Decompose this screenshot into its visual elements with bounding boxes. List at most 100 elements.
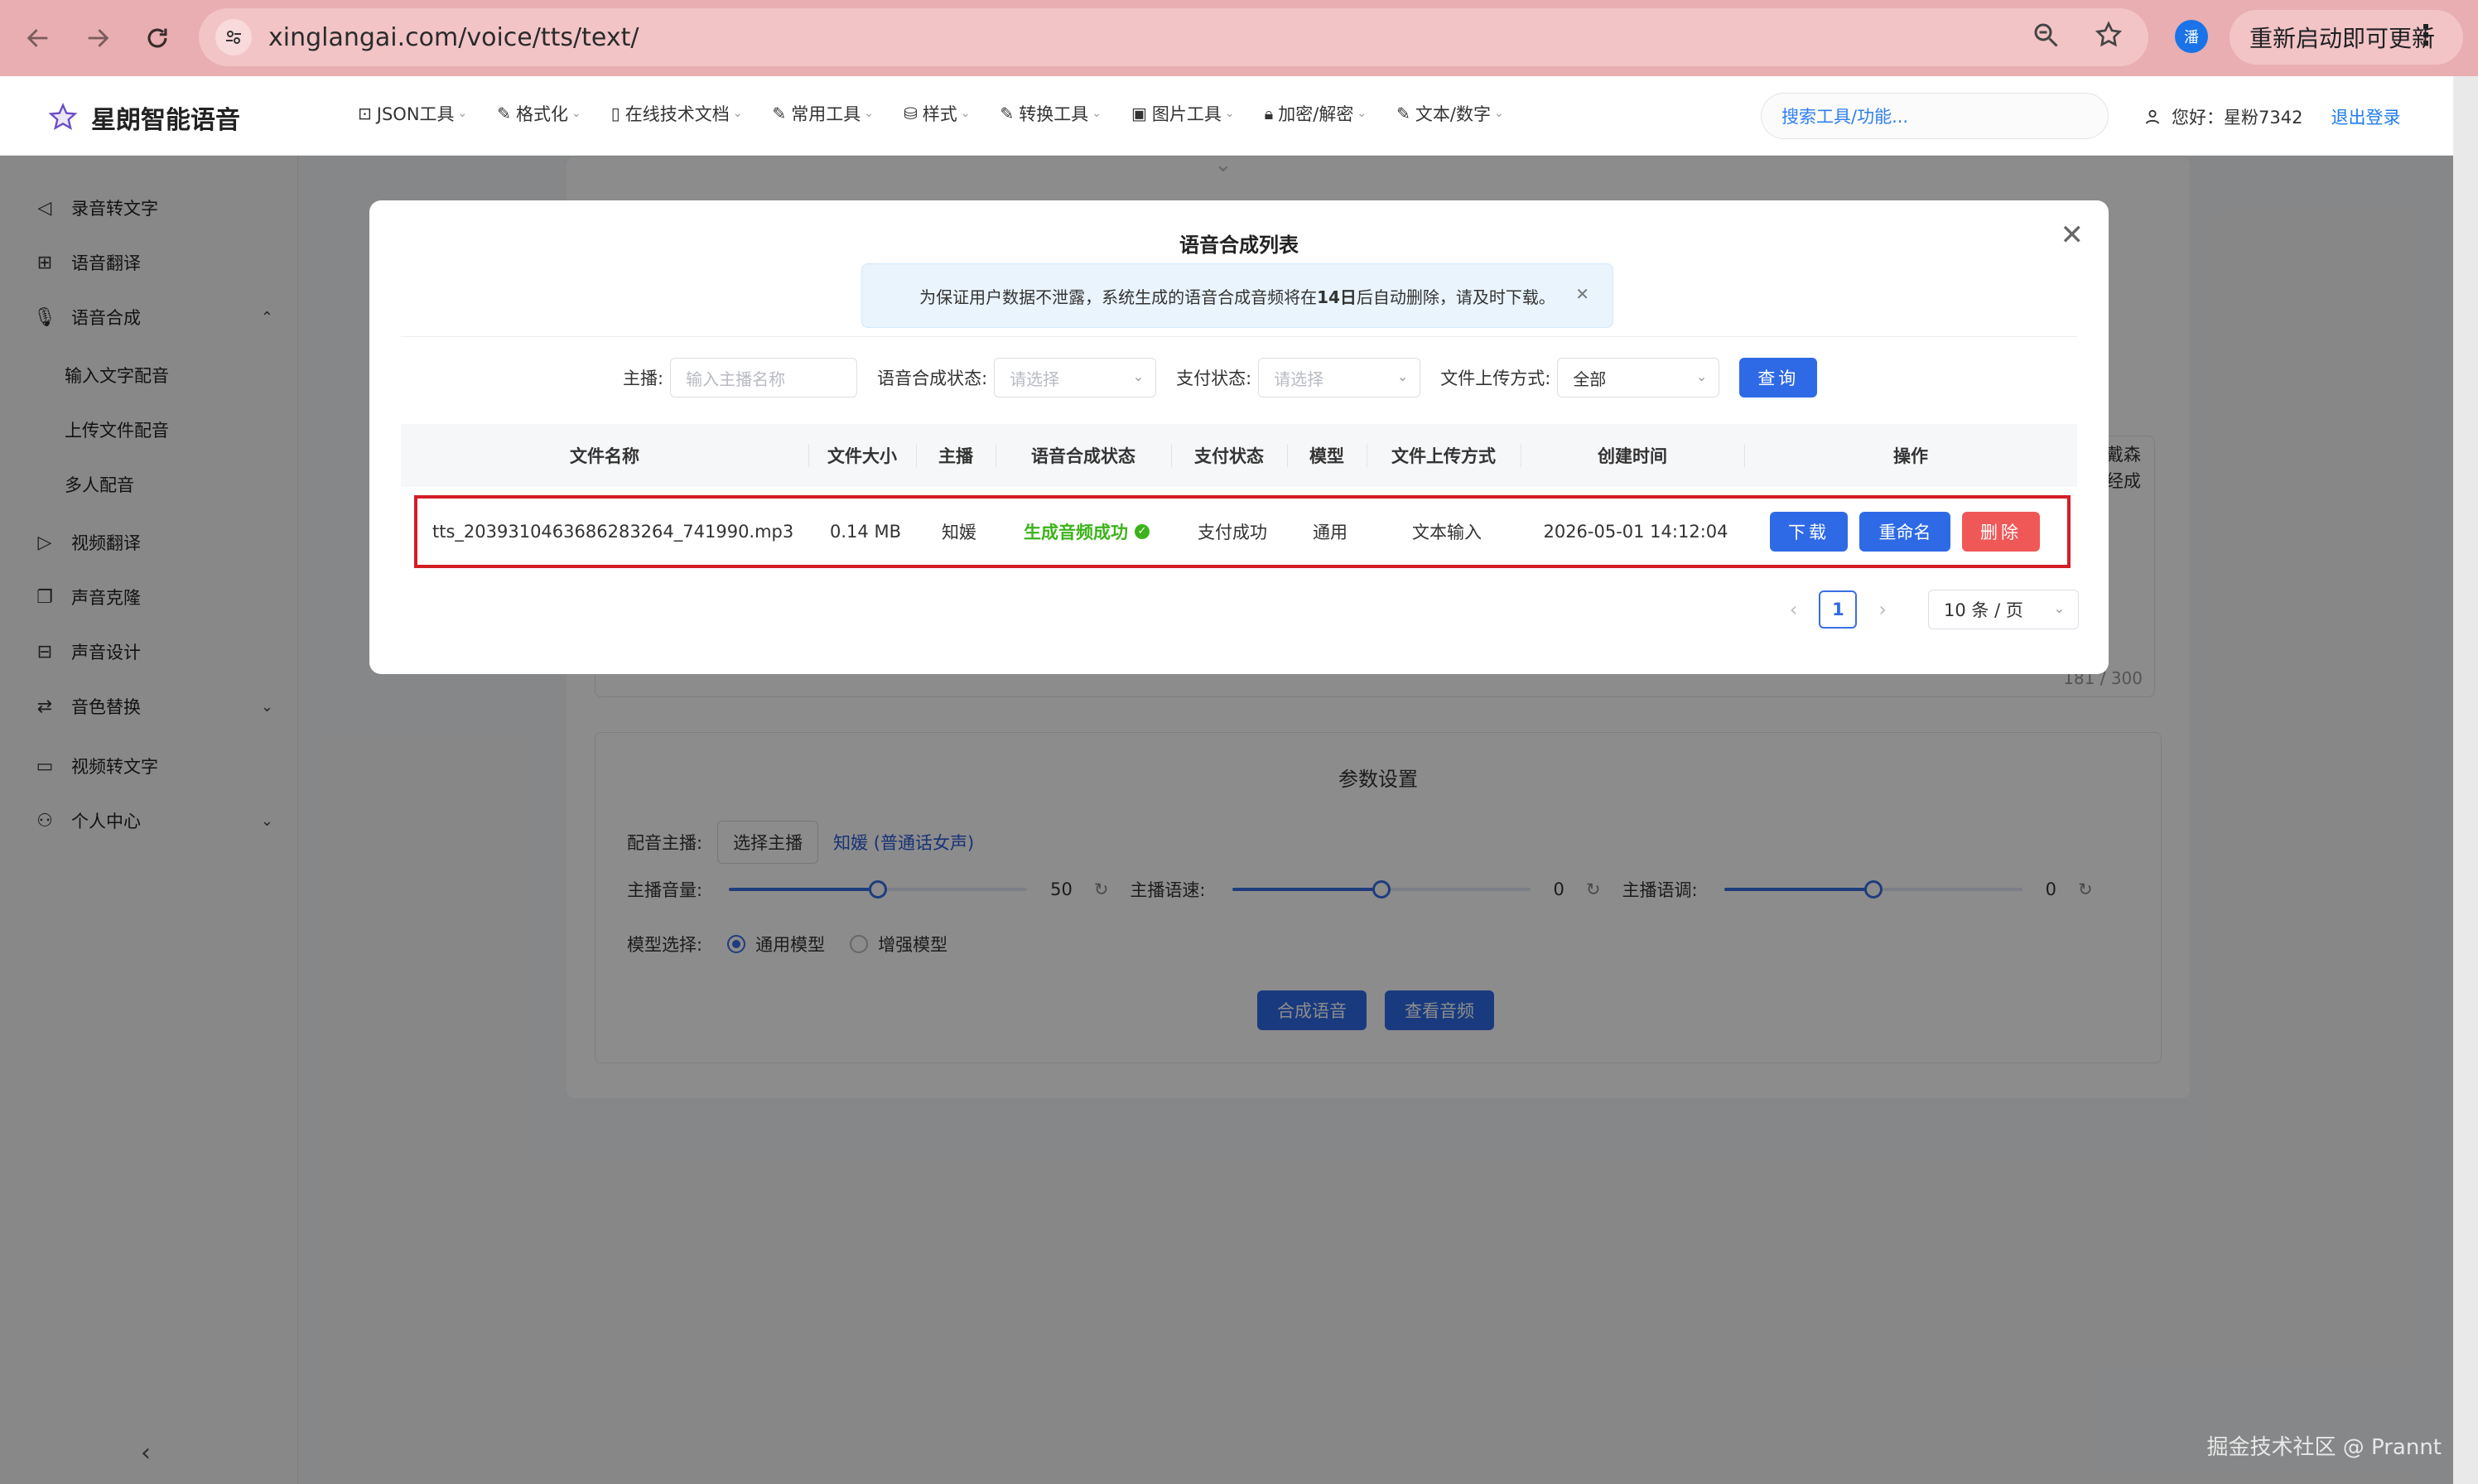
cell-anchor: 知媛 (942, 523, 976, 542)
terminal-icon: ⊡ (358, 104, 372, 123)
tool-search-input[interactable]: 搜索工具/功能... (1761, 93, 2109, 139)
chevron-down-icon: ⌄ (960, 107, 971, 120)
chevron-down-icon: ⌄ (1396, 369, 1409, 384)
menu-image-tools[interactable]: ▣ 图片工具 ⌄ (1131, 101, 1235, 126)
search-placeholder: 搜索工具/功能... (1781, 107, 1909, 127)
delete-button[interactable]: 删除 (1962, 512, 2040, 552)
prev-page-icon[interactable]: ‹ (1790, 598, 1798, 621)
notice-text: 为保证用户数据不泄露，系统生成的语音合成音频将在14日后自动删除，请及时下载。 (919, 284, 1555, 308)
col-anchor: 主播 (938, 446, 973, 466)
watermark: 掘金技术社区 @ Prannt (2206, 1435, 2442, 1460)
page-1-button[interactable]: 1 (1819, 590, 1858, 629)
chevron-down-icon: ⌄ (1224, 107, 1235, 120)
menu-encrypt[interactable]: 🔒︎ 加密/解密 ⌄ (1265, 101, 1367, 126)
retention-notice: 为保证用户数据不泄露，系统生成的语音合成音频将在14日后自动删除，请及时下载。 … (861, 263, 1613, 328)
notice-days: 14日 (1317, 287, 1357, 307)
menu-format[interactable]: ✎ 格式化 ⌄ (497, 101, 581, 126)
rename-button[interactable]: 重命名 (1859, 512, 1950, 552)
divider (401, 336, 2077, 337)
reload-icon[interactable] (139, 20, 176, 56)
anchor-filter-label: 主播: (623, 369, 664, 388)
chevron-down-icon: ⌄ (1493, 107, 1504, 120)
back-icon[interactable] (20, 20, 56, 56)
address-bar[interactable]: xinglangai.com/voice/tts/text/ (199, 8, 2148, 66)
user-icon (2145, 109, 2160, 124)
col-actions: 操作 (1893, 446, 1928, 466)
upload-method-label: 文件上传方式: (1440, 369, 1551, 388)
url-text[interactable]: xinglangai.com/voice/tts/text/ (268, 23, 639, 52)
modal-title: 语音合成列表 (1179, 234, 1299, 257)
cell-file-size: 0.14 MB (830, 522, 901, 542)
pay-status-select[interactable]: 请选择 ⌄ (1258, 358, 1421, 398)
cell-actions: 下载 重命名 删除 (1748, 499, 2074, 565)
close-icon[interactable]: ✕ (2061, 219, 2085, 252)
select-placeholder: 请选择 (1274, 369, 1324, 389)
chevron-down-icon: ⌄ (864, 107, 875, 120)
edit-icon: ✎ (772, 104, 787, 123)
check-circle-icon: ✓ (1135, 524, 1150, 539)
col-file-name: 文件名称 (570, 446, 639, 466)
update-chrome-button[interactable]: 重新启动即可更新 ⋮ (2230, 10, 2463, 65)
menu-styles[interactable]: ⛁ 样式 ⌄ (904, 101, 971, 126)
menu-label: 转换工具 (1019, 104, 1089, 124)
upload-method-select[interactable]: 全部 ⌄ (1557, 358, 1720, 398)
col-synth-status: 语音合成状态 (1031, 446, 1135, 466)
lock-icon: 🔒︎ (1264, 104, 1274, 123)
page-scrollbar[interactable] (2453, 76, 2478, 1484)
menu-tech-docs[interactable]: ▯ 在线技术文档 ⌄ (611, 101, 743, 126)
anchor-name-input[interactable]: 输入主播名称 (670, 358, 858, 398)
pay-status-label: 支付状态: (1176, 369, 1252, 388)
site-settings-icon[interactable] (215, 19, 252, 55)
menu-label: 在线技术文档 (624, 104, 730, 124)
table-header: 文件名称 文件大小 主播 语音合成状态 支付状态 模型 文件上传方式 创建时间 … (401, 424, 2077, 487)
chevron-down-icon: ⌄ (1695, 369, 1708, 384)
cell-synth-status: 生成音频成功 ✓ (999, 499, 1174, 565)
notice-post: 后自动删除，请及时下载。 (1356, 287, 1555, 307)
chevron-down-icon: ⌄ (457, 107, 468, 120)
query-button[interactable]: 查询 (1739, 358, 1818, 398)
chevron-down-icon: ⌄ (1092, 107, 1102, 120)
more-menu-icon[interactable]: ⋮ (2412, 22, 2440, 50)
menu-label: 加密/解密 (1278, 104, 1354, 124)
filter-row: 主播: 输入主播名称 语音合成状态: 请选择 ⌄ 支付状态: 请选择 ⌄ 文件上传方… (623, 358, 1818, 398)
col-file-size: 文件大小 (827, 446, 897, 466)
cell-upload-method: 文本输入 (1412, 523, 1482, 542)
app-logo[interactable]: 星朗智能语音 (48, 99, 240, 136)
top-menu: ⊡ JSON工具 ⌄ ✎ 格式化 ⌄ ▯ 在线技术文档 ⌄ ✎ 常用工具 ⌄ ⛁ 样式 ⌄ ✎ 转换工… (358, 101, 1534, 126)
table-row: tts_2039310463686283264_741990.mp3 0.14 … (414, 495, 2071, 568)
update-label: 重新启动即可更新 (2249, 25, 2436, 52)
logout-link[interactable]: 退出登录 (2331, 104, 2400, 129)
menu-convert-tools[interactable]: ✎ 转换工具 ⌄ (1000, 101, 1102, 126)
user-area: 您好：星粉7342 退出登录 (2143, 104, 2400, 129)
pagination: ‹ 1 › 10 条 / 页 ⌄ (1768, 590, 2079, 629)
bookmark-star-icon[interactable] (2094, 20, 2124, 50)
page-size-value: 10 条 / 页 (1944, 600, 2023, 620)
menu-common-tools[interactable]: ✎ 常用工具 ⌄ (773, 101, 875, 126)
download-button[interactable]: 下载 (1770, 512, 1848, 552)
synth-status-select[interactable]: 请选择 ⌄ (994, 358, 1157, 398)
document-icon: ▯ (610, 104, 620, 123)
menu-text-number[interactable]: ✎ 文本/数字 ⌄ (1396, 101, 1504, 126)
cell-pay-status: 支付成功 (1198, 523, 1267, 542)
page-size-select[interactable]: 10 条 / 页 ⌄ (1928, 590, 2079, 629)
col-upload-method: 文件上传方式 (1391, 446, 1496, 466)
chevron-down-icon: ⌄ (1357, 107, 1367, 120)
next-page-icon[interactable]: › (1878, 598, 1887, 621)
notice-close-icon[interactable]: ✕ (1575, 284, 1589, 304)
chevron-down-icon: ⌄ (2053, 600, 2065, 616)
synth-status-label: 语音合成状态: (877, 369, 988, 388)
menu-label: 文本/数字 (1415, 104, 1491, 124)
select-placeholder: 请选择 (1010, 369, 1060, 389)
zoom-icon[interactable] (2031, 20, 2061, 50)
menu-label: 常用工具 (791, 104, 861, 124)
menu-label: 样式 (922, 104, 957, 124)
app-name: 星朗智能语音 (91, 106, 240, 135)
profile-avatar[interactable]: 潘 (2175, 20, 2208, 53)
app-header: 星朗智能语音 ⊡ JSON工具 ⌄ ✎ 格式化 ⌄ ▯ 在线技术文档 ⌄ ✎ 常用工具 ⌄ ⛁ 样… (0, 76, 2453, 156)
forward-icon[interactable] (80, 20, 116, 56)
anchor-placeholder: 输入主播名称 (686, 369, 786, 389)
edit-icon: ✎ (1000, 104, 1015, 123)
menu-label: 图片工具 (1151, 104, 1222, 124)
menu-json-tools[interactable]: ⊡ JSON工具 ⌄ (358, 101, 467, 126)
menu-label: JSON工具 (376, 104, 455, 124)
